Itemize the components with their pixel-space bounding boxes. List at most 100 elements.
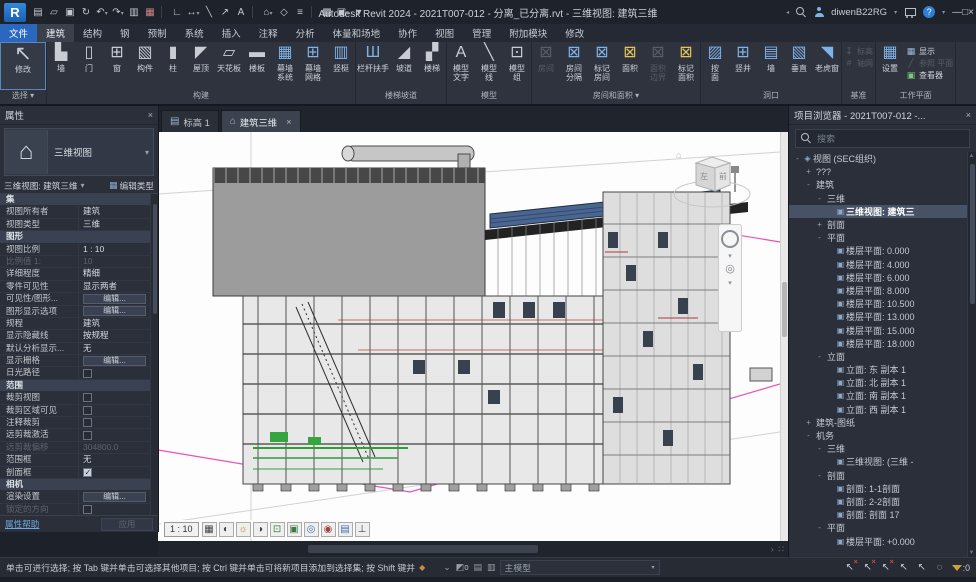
room-button[interactable]: ⊠ 房间 <box>532 42 560 90</box>
grid-button[interactable]: # 轴网 <box>844 57 873 69</box>
store-cart-icon[interactable] <box>904 8 916 17</box>
ribbon-group-label[interactable]: 模型 <box>447 90 531 102</box>
zoom-caret-icon[interactable]: ▾ <box>728 279 732 287</box>
checkbox[interactable] <box>83 418 92 427</box>
canvas-vertical-scrollbar[interactable] <box>780 132 788 541</box>
tree-arch-plans[interactable]: - 平面 <box>789 231 968 244</box>
apply-button[interactable]: 应用 <box>101 518 153 531</box>
revit-logo[interactable]: R <box>4 3 26 22</box>
temporary-view-properties-icon[interactable]: ▤ <box>338 522 353 537</box>
status-caret-icon[interactable]: ⌄ <box>443 562 451 573</box>
tree-elev-south[interactable]: ▣ 立面: 南 副本 1 <box>789 389 968 402</box>
level-button[interactable]: ↧ 标高 <box>844 45 873 57</box>
area-button[interactable]: ⊠ 面积 <box>616 42 644 90</box>
view-tab-arch-3d[interactable]: ⌂ 建筑三维 × <box>221 110 301 132</box>
user-menu-caret-icon[interactable]: ▾ <box>894 9 897 16</box>
browser-scrollbar[interactable]: ▲ ▼ <box>967 152 976 557</box>
drag-elements-icon[interactable]: ↖ <box>916 562 928 573</box>
viewer-button[interactable]: ▣ 查看器 <box>906 69 953 81</box>
press-drag-icon[interactable]: ◌ <box>934 562 946 573</box>
tree-architecture[interactable]: - 建筑 <box>789 178 968 191</box>
redo-icon[interactable]: ↷▾ <box>110 7 126 18</box>
thin-lines-icon[interactable]: ≡ <box>292 7 308 18</box>
default-3d-view-icon[interactable]: ⌂▾ <box>260 7 276 18</box>
show-crop-region-icon[interactable]: ▣ <box>287 522 302 537</box>
tree-elev-east[interactable]: ▣ 立面: 东 副本 1 <box>789 363 968 376</box>
text-icon[interactable]: A <box>233 7 249 18</box>
tree-mech-3d[interactable]: - 三维 <box>789 442 968 455</box>
tree-toggle-icon[interactable]: - <box>815 523 824 532</box>
window-button[interactable]: ⊞ 窗 <box>103 42 131 90</box>
browser-search-box[interactable]: 搜索 <box>795 129 970 148</box>
qat-separator[interactable] <box>161 6 166 18</box>
tree-toggle-icon[interactable]: - <box>815 194 824 203</box>
tree-section-1-1[interactable]: ▣ 剖面: 1-1剖面 <box>789 482 968 495</box>
main-facade[interactable] <box>243 296 603 484</box>
temporary-hide-isolate-icon[interactable]: ◎ <box>304 522 319 537</box>
checkbox[interactable] <box>83 369 92 378</box>
wall-button[interactable]: ▙ 墙 <box>47 42 75 90</box>
select-links-icon[interactable]: ↖× <box>844 562 856 573</box>
tree-elev-west[interactable]: ▣ 立面: 西 副本 1 <box>789 403 968 416</box>
side-element[interactable] <box>750 368 772 381</box>
tag-room-button[interactable]: ⊠ 标记 房间 <box>588 42 616 90</box>
properties-close-icon[interactable]: × <box>148 110 153 120</box>
tab-modify[interactable]: 修改 <box>556 24 593 42</box>
tree-plan-10-5[interactable]: ▣ 楼层平面: 10.500 <box>789 297 968 310</box>
detail-level-icon[interactable]: ▦ <box>202 522 217 537</box>
tree-toggle-icon[interactable]: - <box>815 471 824 480</box>
stair-button[interactable]: ▞ 楼梯 <box>418 42 446 90</box>
checkbox[interactable] <box>83 393 92 402</box>
show-constraints-icon[interactable]: ⊥ <box>355 522 370 537</box>
customize-qat-icon[interactable]: ▾ <box>351 7 367 18</box>
room-separator-button[interactable]: ⊠ 房间 分隔 <box>560 42 588 90</box>
scroll-up-icon[interactable]: ▲ <box>968 153 975 159</box>
tab-manage[interactable]: 管理 <box>463 24 500 42</box>
tree-toggle-icon[interactable]: - <box>815 444 824 453</box>
worksets-icon[interactable]: ◩0 <box>456 562 469 573</box>
tree-toggle-icon[interactable]: + <box>804 167 813 176</box>
railing-button[interactable]: Ш 栏杆扶手 <box>356 42 390 90</box>
save-icon[interactable]: ▣ <box>62 7 78 18</box>
model-line-button[interactable]: ╲ 模型 线 <box>475 42 503 90</box>
roof-button[interactable]: ◤ 屋顶 <box>187 42 215 90</box>
scale-button[interactable]: 1 : 10 <box>164 522 199 537</box>
edit-button[interactable]: 编辑... <box>83 306 146 317</box>
tree-plan-4[interactable]: ▣ 楼层平面: 4.000 <box>789 258 968 271</box>
close-button[interactable]: × <box>968 7 974 18</box>
tab-addins[interactable]: 附加模块 <box>500 24 556 42</box>
select-by-face-icon[interactable]: ↖ <box>898 562 910 573</box>
section-icon[interactable]: ◇ <box>276 7 292 18</box>
show-work-plane-button[interactable]: ▦ 显示 <box>906 45 953 57</box>
tree-toggle-icon[interactable]: - <box>793 154 802 163</box>
ribbon-group-label[interactable]: 构建 <box>47 90 355 102</box>
curtain-system-button[interactable]: ▦ 幕墙 系统 <box>271 42 299 90</box>
model-group-button[interactable]: ⊡ 模型 组 <box>503 42 531 90</box>
steering-wheel-icon[interactable] <box>721 230 739 248</box>
checkbox[interactable] <box>83 505 92 514</box>
tree-mech-3d-view[interactable]: ▣ 三维视图: (三维 - <box>789 455 968 468</box>
ribbon-group-label[interactable]: 工作平面 <box>876 90 955 102</box>
canvas-horizontal-scrollbar[interactable]: › ∷ <box>158 541 788 557</box>
mullion-button[interactable]: ▥ 竖梃 <box>327 42 355 90</box>
checkbox[interactable] <box>83 468 92 477</box>
instance-caret-icon[interactable]: ▾ <box>81 181 89 190</box>
tree-plan-8[interactable]: ▣ 楼层平面: 8.000 <box>789 284 968 297</box>
view-tab-close-icon[interactable]: × <box>286 117 291 127</box>
transfer-icon[interactable]: ▦ <box>142 7 158 18</box>
tab-massing-site[interactable]: 体量和场地 <box>324 24 390 42</box>
vertical-opening-button[interactable]: ▧ 垂直 <box>785 42 813 90</box>
tree-arch-sheets[interactable]: + 建筑-图纸 <box>789 416 968 429</box>
ribbon-group-label[interactable]: 基准 <box>842 90 875 102</box>
select-pinned-icon[interactable]: ↖× <box>880 562 892 573</box>
tree-plan-13[interactable]: ▣ 楼层平面: 13.000 <box>789 310 968 323</box>
select-underlay-icon[interactable]: ↖× <box>862 562 874 573</box>
tree-toggle-icon[interactable]: - <box>815 352 824 361</box>
checkbox[interactable] <box>83 406 92 415</box>
tree-views-root[interactable]: - ◈ 视图 (SEC组织) <box>789 152 968 165</box>
ramp-button[interactable]: ◢ 坡道 <box>390 42 418 90</box>
tree-arch-3d[interactable]: - 三维 <box>789 192 968 205</box>
tab-precast[interactable]: 预制 <box>139 24 176 42</box>
model-canvas[interactable]: 左 前 ⌂ ▾ ◎ ▾ 1 : 10 ▦◐☼◑⊡▣◎◉▤⊥ <box>158 132 780 541</box>
viewcube-home-icon[interactable]: ⌂ <box>676 150 681 160</box>
